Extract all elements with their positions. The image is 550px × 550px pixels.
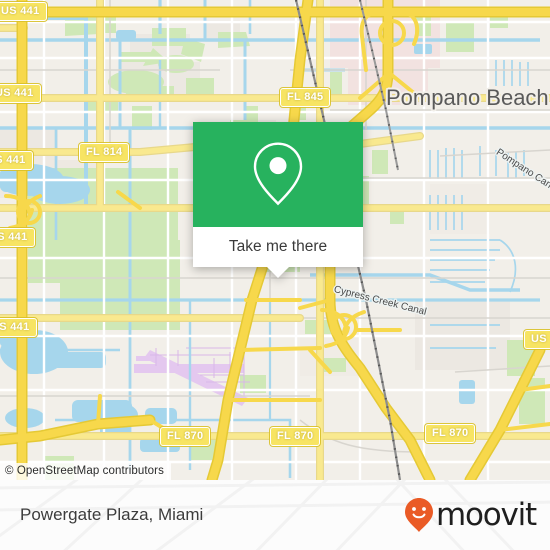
- location-title: Powergate Plaza, Miami: [20, 505, 204, 524]
- road-shield-us-441-3[interactable]: US 441: [0, 151, 33, 170]
- footer-bar: Powergate Plaza, Miami moovit: [0, 480, 550, 550]
- road-shield-us-441-1[interactable]: US 441: [0, 2, 47, 21]
- popup-pointer: [267, 267, 289, 278]
- popup-action-bar[interactable]: Take me there: [193, 227, 363, 278]
- road-shield-fl-870-3[interactable]: FL 870: [425, 424, 476, 443]
- moovit-wordmark: moovit: [435, 496, 537, 533]
- take-me-there-label: Take me there: [228, 238, 328, 255]
- moovit-brand[interactable]: moovit: [404, 496, 537, 533]
- road-shield-fl-870-2[interactable]: FL 870: [270, 427, 321, 446]
- location-popup[interactable]: Take me there: [193, 122, 363, 278]
- place-label-pompano-beach: Pompano Beach: [386, 85, 549, 110]
- moovit-pin-logo-icon: [404, 498, 433, 532]
- map-screenshot: Pompano Beach Cypress Creek Canal Pompan…: [0, 0, 550, 550]
- road-shield-fl-814[interactable]: FL 814: [79, 143, 130, 162]
- road-shield-us-edge[interactable]: US: [524, 330, 550, 349]
- popup-image-area: [193, 122, 363, 227]
- map-pin-icon: [253, 141, 303, 205]
- road-shield-us-441-4[interactable]: US 441: [0, 228, 35, 247]
- road-shield-fl-845[interactable]: FL 845: [280, 88, 331, 107]
- road-shield-us-441-2[interactable]: US 441: [0, 84, 41, 103]
- road-shield-fl-870-1[interactable]: FL 870: [160, 427, 211, 446]
- road-shield-us-441-5[interactable]: US 441: [0, 318, 37, 337]
- map-canvas[interactable]: Pompano Beach Cypress Creek Canal Pompan…: [0, 0, 550, 480]
- osm-attribution[interactable]: © OpenStreetMap contributors: [0, 463, 171, 480]
